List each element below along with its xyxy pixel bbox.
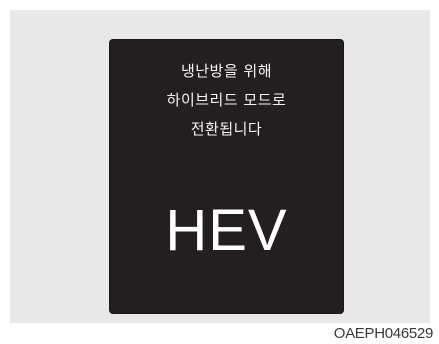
- mode-label: HEV: [165, 198, 288, 263]
- figure-frame: 냉난방을 위해 하이브리드 모드로 전환됩니다 HEV OAEPH046529: [0, 0, 439, 344]
- cluster-display-screen: 냉난방을 위해 하이브리드 모드로 전환됩니다 HEV: [110, 40, 343, 313]
- message-line-1: 냉난방을 위해: [180, 62, 273, 80]
- message-line-2: 하이브리드 모드로: [166, 91, 287, 109]
- message-line-3: 전환됩니다: [190, 120, 263, 138]
- figure-code: OAEPH046529: [333, 325, 434, 342]
- notification-message: 냉난방을 위해 하이브리드 모드로 전환됩니다: [110, 57, 343, 144]
